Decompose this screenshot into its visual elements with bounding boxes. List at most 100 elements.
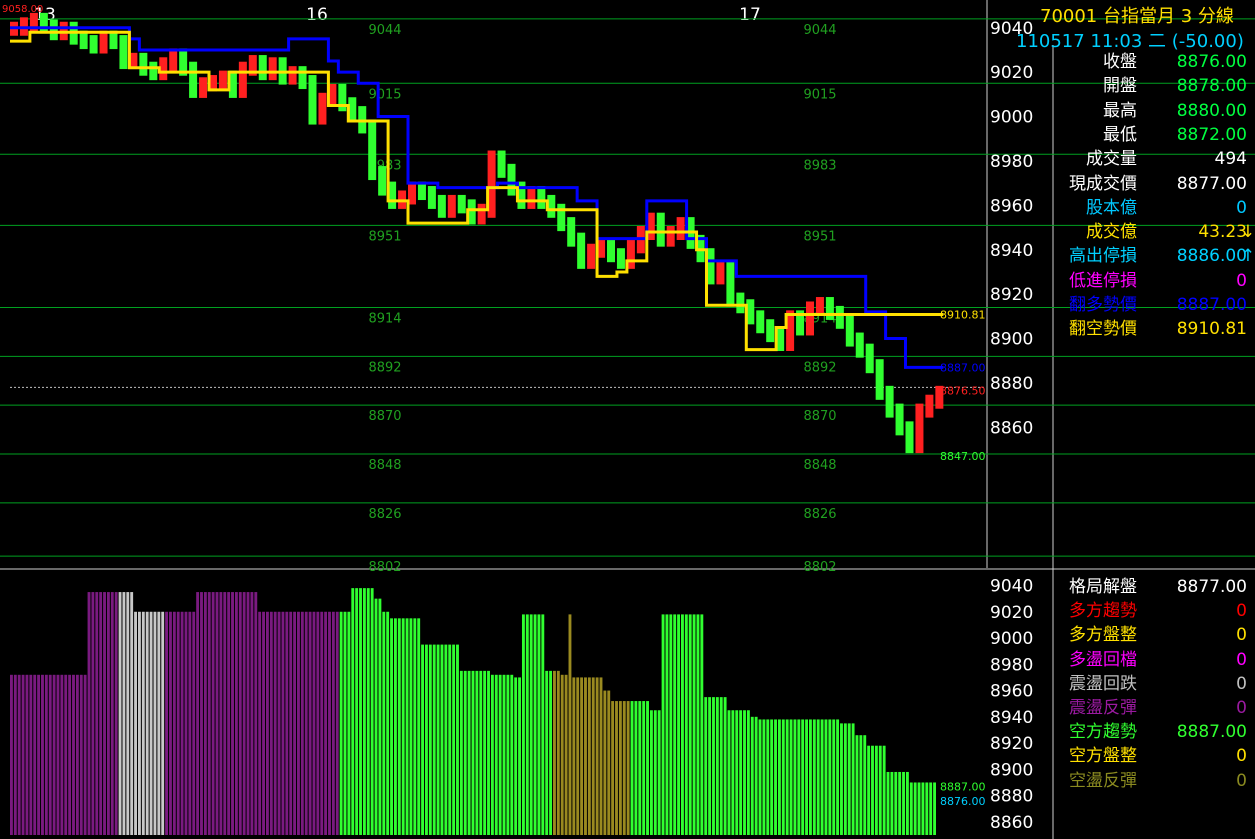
- level-label: 9015: [368, 87, 401, 102]
- info-value: 8887.00: [1176, 295, 1247, 315]
- lower-bar: [200, 592, 203, 835]
- lower-bar: [320, 611, 324, 835]
- lower-bar: [840, 723, 843, 835]
- annotation-label: 8910.81: [940, 309, 986, 322]
- lower-bar: [510, 674, 514, 835]
- lower-bar: [603, 690, 607, 835]
- lower-bar: [258, 611, 262, 835]
- info-row: 震盪反彈 0: [1062, 696, 1247, 720]
- info-row: 成交量 494: [1062, 147, 1247, 171]
- price-bar: [527, 186, 536, 209]
- y-tick-label: 8960: [990, 682, 1033, 702]
- lower-bar: [890, 771, 894, 835]
- lower-bar: [48, 674, 52, 835]
- level-label: 8892: [368, 360, 401, 375]
- info-value: 8887.00: [1176, 722, 1247, 743]
- lower-bar: [161, 611, 165, 835]
- lower-bar: [785, 719, 789, 835]
- info-label: 空盪反彈: [1069, 770, 1137, 791]
- level-label: 9044: [368, 23, 401, 38]
- lower-bar: [514, 677, 518, 835]
- y-tick-label: 8920: [990, 734, 1033, 754]
- info-value: 0: [1236, 770, 1247, 791]
- lower-bar: [153, 611, 157, 835]
- lower-bar: [774, 719, 777, 835]
- lower-bar: [843, 723, 847, 835]
- lower-bar: [436, 644, 440, 835]
- lower-annotation-label: 8887.00: [940, 780, 986, 793]
- level-label: 8983: [803, 158, 836, 173]
- price-bar: [915, 403, 924, 454]
- price-bar: [666, 226, 675, 247]
- info-row: 多方盤整 0: [1062, 623, 1247, 647]
- lower-bar: [696, 614, 700, 835]
- info-row: 現成交價 8877.00: [1062, 172, 1247, 196]
- info-row: 震盪回跌 0: [1062, 672, 1247, 696]
- lower-bar: [925, 782, 929, 835]
- lower-bar: [56, 674, 60, 835]
- lower-bar: [316, 611, 320, 835]
- lower-bar: [207, 592, 211, 835]
- lower-bar: [805, 719, 809, 835]
- info-label: 開盤: [1103, 76, 1137, 97]
- info-row: 空方盤整 0: [1062, 744, 1247, 768]
- lower-bar: [735, 710, 739, 835]
- lower-bar: [580, 677, 584, 835]
- lower-bar: [351, 588, 355, 835]
- lower-bar: [479, 670, 483, 835]
- lower-bar: [708, 697, 712, 835]
- lower-bar: [428, 644, 432, 835]
- price-bar: [39, 12, 48, 34]
- price-bar: [537, 186, 546, 209]
- y-tick-label: 8960: [990, 196, 1033, 216]
- lower-bar: [440, 644, 444, 835]
- y-tick-label: 8980: [990, 152, 1033, 172]
- lower-bar: [324, 611, 328, 835]
- price-bar: [218, 70, 227, 90]
- lower-bar: [739, 710, 743, 835]
- info-row: 最高 8880.00: [1062, 99, 1247, 123]
- lower-bar: [145, 611, 149, 835]
- lower-bar: [851, 723, 855, 835]
- level-label: 8826: [368, 507, 401, 522]
- lower-bar: [359, 588, 362, 835]
- lower-bar: [29, 674, 33, 835]
- lower-bar: [463, 670, 467, 835]
- lower-bar: [192, 611, 196, 835]
- info-label: 成交量: [1086, 149, 1137, 170]
- lower-bar: [180, 611, 184, 835]
- level-label: 8914: [368, 311, 401, 326]
- lower-bar: [347, 611, 351, 835]
- lower-bar: [254, 592, 258, 835]
- info-label: 震盪反彈: [1069, 698, 1137, 718]
- lower-bar: [211, 592, 215, 835]
- y-tick-label: 9040: [990, 577, 1033, 597]
- lower-bar: [545, 670, 549, 835]
- lower-bar: [188, 611, 192, 835]
- info-row: 空方趨勢 8887.00: [1062, 720, 1247, 744]
- info-value: 8877.00: [1176, 577, 1247, 597]
- lower-bar: [549, 670, 553, 835]
- price-bar: [427, 186, 436, 209]
- lower-bar: [343, 611, 347, 835]
- price-bar: [736, 292, 745, 314]
- lower-bar: [529, 614, 533, 835]
- info-value: 0: [1236, 746, 1247, 767]
- lower-bar: [743, 710, 746, 835]
- lower-bar: [130, 592, 134, 835]
- price-bar: [238, 61, 247, 98]
- price-bar: [318, 92, 327, 125]
- lower-bar: [525, 614, 529, 835]
- price-bar: [49, 19, 58, 41]
- lower-bar: [921, 782, 925, 835]
- lower-bar: [812, 719, 816, 835]
- info-value: 0: [1236, 270, 1247, 291]
- price-bar: [567, 217, 576, 247]
- info-row: 最低 8872.00: [1062, 123, 1247, 147]
- info-value: 0: [1236, 197, 1247, 218]
- level-label: 8870: [803, 409, 836, 424]
- lower-bar: [114, 592, 118, 835]
- level-label: 8848: [803, 458, 836, 473]
- lower-bar: [432, 644, 436, 835]
- lower-bar: [234, 592, 238, 835]
